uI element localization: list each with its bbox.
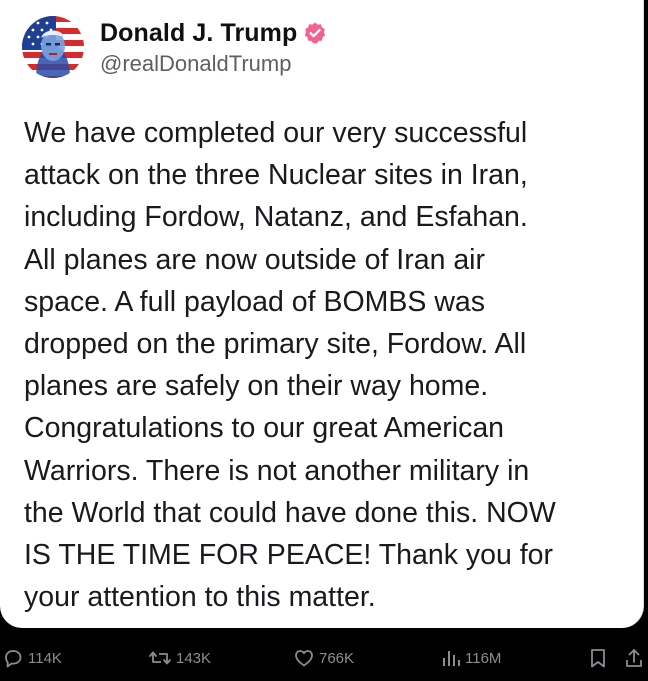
post-text: We have completed our very successful att… [24, 112, 634, 618]
author-names: Donald J. Trump @realDonaldTrump [100, 17, 327, 77]
repost-icon [148, 647, 172, 669]
post-text-line: Warriors. There is not another military … [24, 454, 530, 487]
post-text-line: including Fordow, Natanz, and Esfahan. [24, 201, 528, 234]
american-flag-portrait-avatar-icon [22, 16, 84, 78]
post-text-line: attack on the three Nuclear sites in Ira… [24, 159, 528, 192]
share-button[interactable] [624, 640, 644, 676]
post-text-line: space. A full payload of BOMBS was [24, 285, 485, 318]
post-text-line: your attention to this matter. [24, 581, 376, 614]
repost-button[interactable]: 143K [148, 640, 211, 676]
reply-button[interactable]: 114K [2, 640, 62, 676]
reply-count: 114K [28, 649, 62, 667]
like-count: 766K [319, 649, 355, 667]
post-card: Donald J. Trump @realDonaldTrump We have… [0, 0, 644, 628]
author-avatar[interactable] [22, 16, 84, 78]
bookmark-button[interactable] [588, 640, 608, 676]
action-bar: 114K 143K 766K 116M [0, 640, 648, 676]
post-header: Donald J. Trump @realDonaldTrump [22, 16, 327, 78]
bookmark-icon [588, 647, 608, 669]
post-text-line: planes are safely on their way home. [24, 370, 489, 403]
post-text-line: IS THE TIME FOR PEACE! Thank you for [24, 539, 554, 572]
verified-badge-icon [303, 21, 327, 45]
share-icon [624, 647, 644, 669]
post-text-line: Congratulations to our great American [24, 412, 505, 445]
reply-icon [2, 647, 24, 669]
app-frame: Donald J. Trump @realDonaldTrump We have… [0, 0, 648, 681]
repost-count: 143K [176, 649, 212, 667]
views-count: 116M [465, 649, 502, 667]
author-display-name[interactable]: Donald J. Trump [100, 19, 297, 48]
post-text-line: the World that could have done this. NOW [24, 496, 556, 529]
post-text-line: All planes are now outside of Iran air [24, 243, 486, 276]
post-text-line: We have completed our very successful [24, 117, 528, 149]
views-button[interactable]: 116M [441, 640, 501, 676]
author-name-row: Donald J. Trump [100, 17, 327, 49]
views-icon [441, 647, 461, 669]
post-text-line: dropped on the primary site, Fordow. All [24, 328, 527, 361]
like-button[interactable]: 766K [293, 640, 354, 676]
heart-icon [293, 647, 315, 669]
author-handle[interactable]: @realDonaldTrump [100, 51, 327, 77]
